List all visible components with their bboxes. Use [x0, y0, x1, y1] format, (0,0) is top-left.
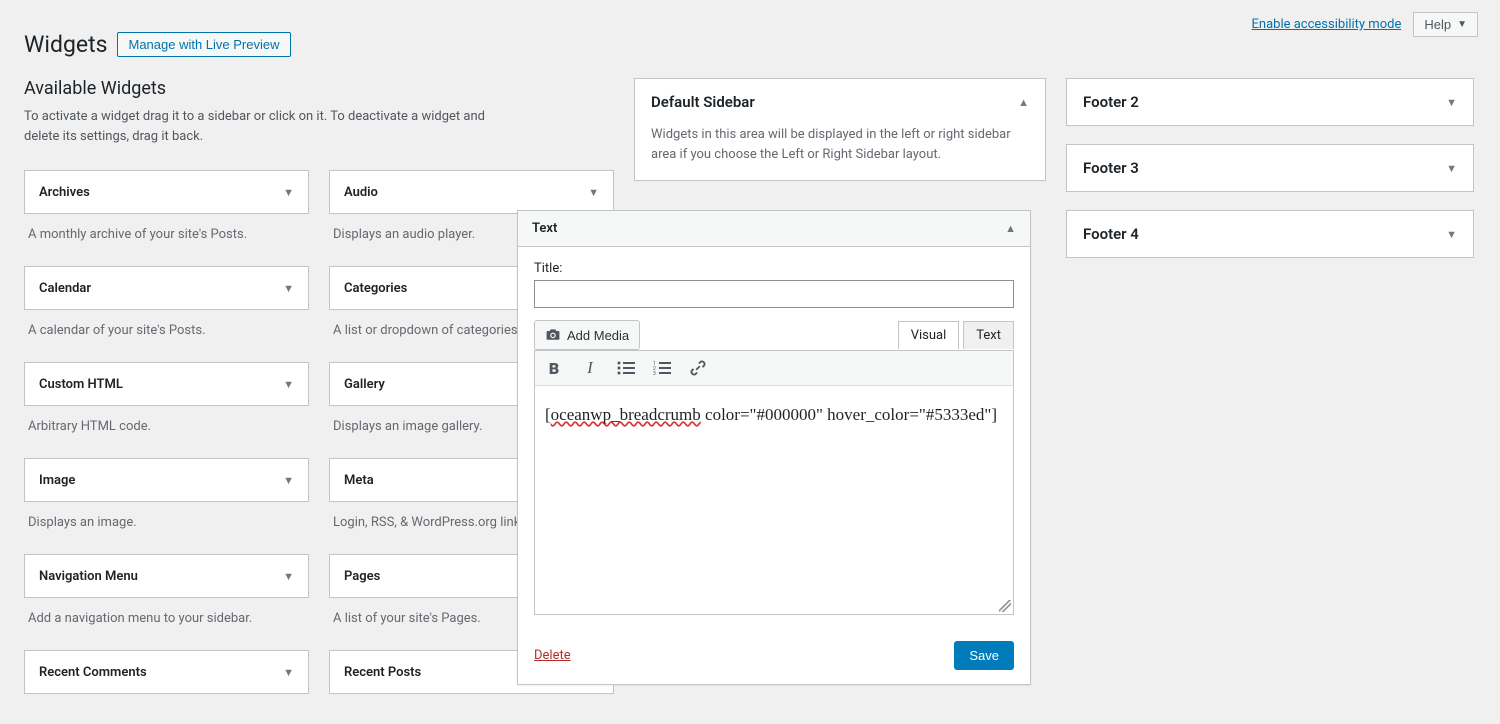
chevron-down-icon: ▼ [283, 666, 294, 679]
widget-label: Custom HTML [39, 377, 123, 392]
widget-custom-html[interactable]: Custom HTML ▼ [24, 362, 309, 406]
help-button[interactable]: Help ▼ [1413, 12, 1478, 37]
widget-desc: Arbitrary HTML code. [24, 406, 309, 458]
widget-audio[interactable]: Audio ▼ [329, 170, 614, 214]
widget-desc: A monthly archive of your site's Posts. [24, 214, 309, 266]
default-sidebar-toggle[interactable]: Default Sidebar ▲ [635, 79, 1045, 125]
title-label: Title: [534, 261, 1014, 276]
widget-label: Categories [344, 281, 407, 296]
chevron-down-icon: ▼ [283, 570, 294, 583]
widget-label: Navigation Menu [39, 569, 138, 584]
svg-text:3: 3 [653, 371, 656, 375]
page-title: Widgets [24, 31, 107, 58]
numbered-list-button[interactable]: 123 [651, 357, 673, 379]
chevron-up-icon: ▲ [1005, 222, 1016, 235]
editor-underlined-text: oceanwp_breadcrumb [551, 405, 701, 424]
help-label: Help [1424, 17, 1451, 32]
add-media-label: Add Media [567, 328, 629, 343]
default-sidebar-area: Default Sidebar ▲ Widgets in this area w… [634, 78, 1046, 181]
chevron-down-icon: ▼ [1446, 162, 1457, 175]
widget-archives[interactable]: Archives ▼ [24, 170, 309, 214]
text-widget-panel: Text ▲ Title: Add Media Visual Text [517, 210, 1031, 685]
widget-label: Calendar [39, 281, 91, 296]
resize-handle[interactable] [999, 600, 1011, 612]
editor-rest-text: color="#000000" hover_color="#5333ed"] [701, 405, 997, 424]
tab-visual[interactable]: Visual [898, 321, 960, 349]
chevron-down-icon: ▼ [283, 282, 294, 295]
widget-calendar[interactable]: Calendar ▼ [24, 266, 309, 310]
enable-accessibility-link[interactable]: Enable accessibility mode [1252, 17, 1402, 32]
widget-label: Image [39, 473, 75, 488]
footer-title: Footer 2 [1083, 93, 1139, 111]
title-input[interactable] [534, 280, 1014, 308]
manage-live-preview-button[interactable]: Manage with Live Preview [117, 32, 290, 57]
add-media-button[interactable]: Add Media [534, 320, 640, 350]
bold-button[interactable]: B [543, 357, 565, 379]
widget-label: Archives [39, 185, 90, 200]
chevron-down-icon: ▼ [1446, 228, 1457, 241]
available-widgets-heading: Available Widgets [24, 78, 614, 99]
widget-label: Gallery [344, 377, 385, 392]
footer-title: Footer 4 [1083, 225, 1139, 243]
sidebar-title: Default Sidebar [651, 93, 755, 111]
text-widget-title: Text [532, 221, 557, 236]
widget-desc: Displays an image. [24, 502, 309, 554]
footer-4-area[interactable]: Footer 4 ▼ [1066, 210, 1474, 258]
widget-desc: A calendar of your site's Posts. [24, 310, 309, 362]
footer-title: Footer 3 [1083, 159, 1139, 177]
editor-toolbar: B I 123 [534, 350, 1014, 386]
footer-2-area[interactable]: Footer 2 ▼ [1066, 78, 1474, 126]
chevron-down-icon: ▼ [1446, 96, 1457, 109]
widget-label: Recent Posts [344, 665, 421, 680]
camera-icon [545, 327, 561, 343]
chevron-down-icon: ▼ [283, 474, 294, 487]
text-widget-header[interactable]: Text ▲ [518, 211, 1030, 247]
save-button[interactable]: Save [954, 641, 1014, 670]
widget-image[interactable]: Image ▼ [24, 458, 309, 502]
widget-label: Pages [344, 569, 380, 584]
tab-text[interactable]: Text [963, 321, 1014, 349]
widget-label: Meta [344, 473, 374, 488]
chevron-down-icon: ▼ [283, 186, 294, 199]
chevron-down-icon: ▼ [1457, 19, 1467, 30]
widget-label: Recent Comments [39, 665, 147, 680]
widget-label: Audio [344, 185, 378, 200]
delete-link[interactable]: Delete [534, 648, 571, 663]
bullet-list-button[interactable] [615, 357, 637, 379]
chevron-up-icon: ▲ [1018, 96, 1029, 109]
italic-button[interactable]: I [579, 357, 601, 379]
link-button[interactable] [687, 357, 709, 379]
widget-navigation-menu[interactable]: Navigation Menu ▼ [24, 554, 309, 598]
available-widgets-desc: To activate a widget drag it to a sideba… [24, 107, 504, 146]
footer-3-area[interactable]: Footer 3 ▼ [1066, 144, 1474, 192]
widget-recent-comments[interactable]: Recent Comments ▼ [24, 650, 309, 694]
widget-desc: Add a navigation menu to your sidebar. [24, 598, 309, 650]
editor-content[interactable]: [oceanwp_breadcrumb color="#000000" hove… [534, 385, 1014, 615]
sidebar-desc: Widgets in this area will be displayed i… [635, 125, 1045, 180]
chevron-down-icon: ▼ [283, 378, 294, 391]
chevron-down-icon: ▼ [588, 186, 599, 199]
